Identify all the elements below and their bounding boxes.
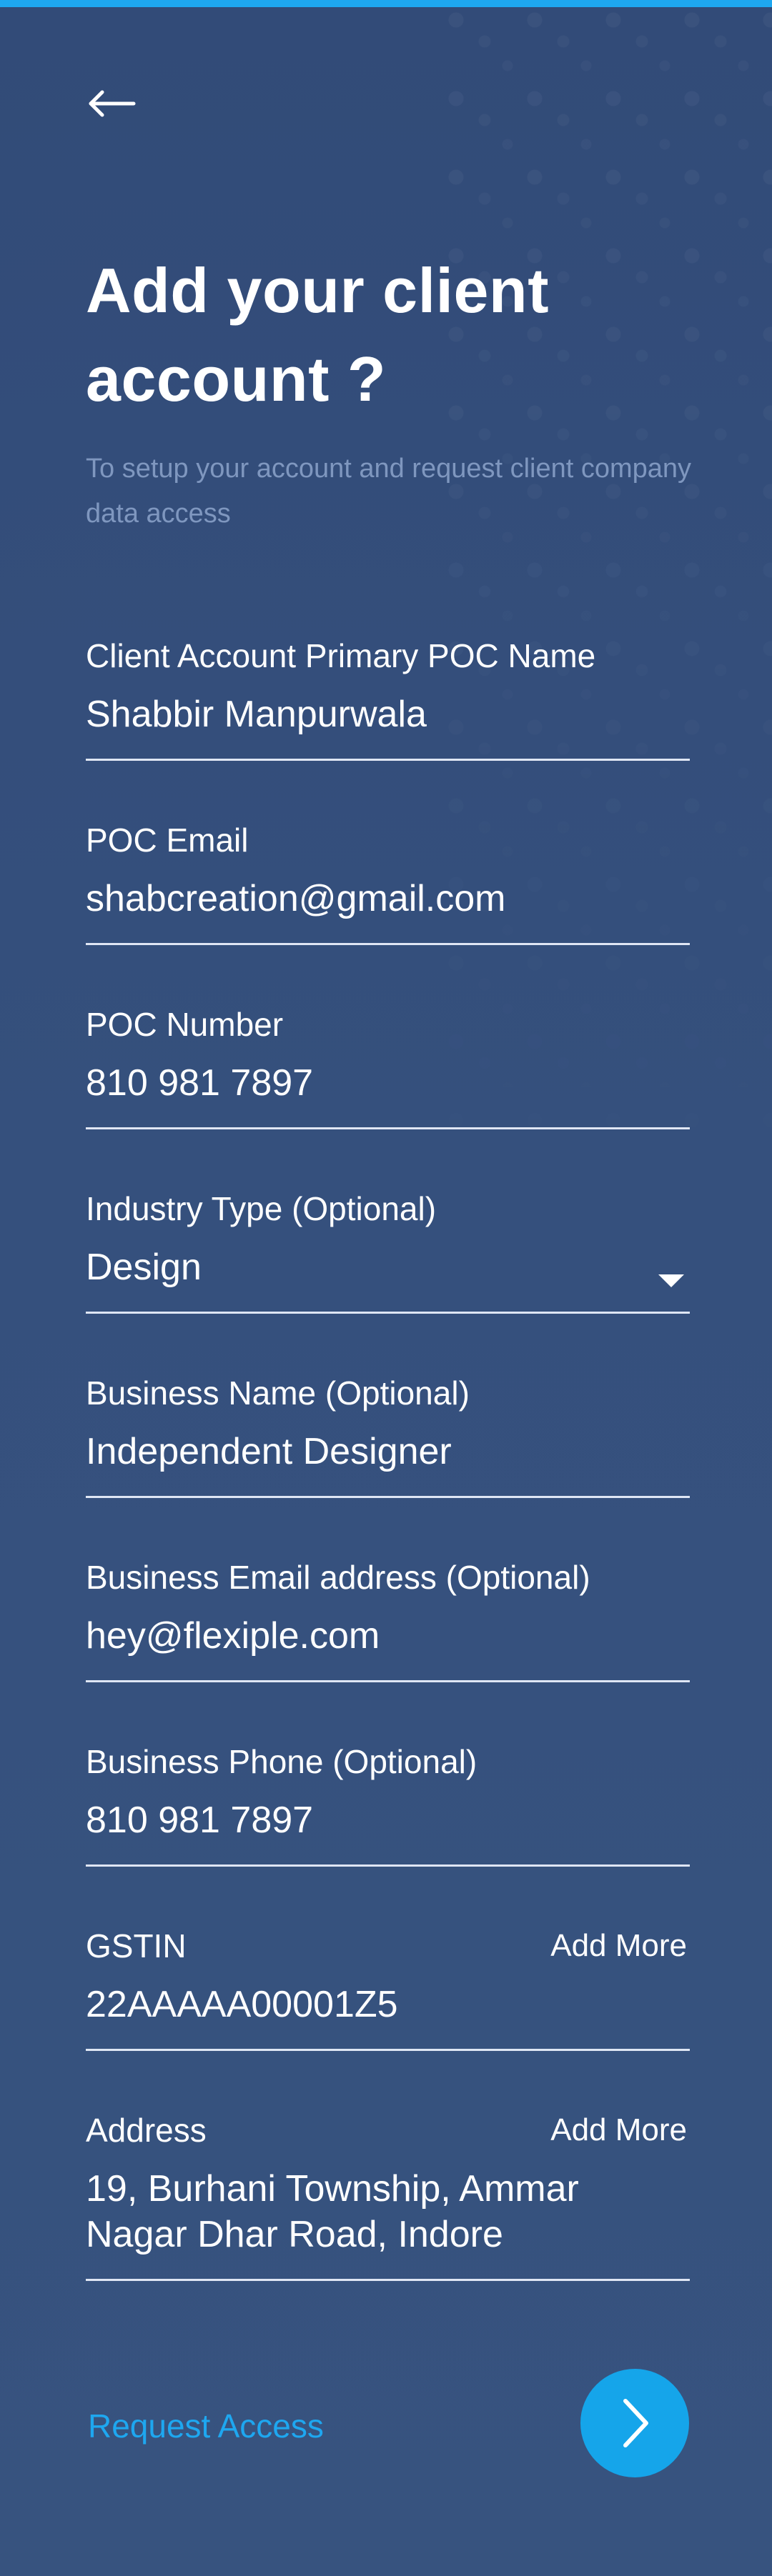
poc-name-underline bbox=[86, 759, 690, 761]
gstin-add-more-link[interactable]: Add More bbox=[550, 1926, 687, 1966]
gstin-underline bbox=[86, 2049, 690, 2051]
business-phone-label: Business Phone (Optional) bbox=[86, 1743, 477, 1780]
chevron-down-icon[interactable] bbox=[658, 1274, 684, 1287]
arrow-left-icon bbox=[89, 90, 136, 117]
gstin-field[interactable]: GSTIN Add More 22AAAAA00001Z5 bbox=[86, 1926, 690, 2055]
industry-type-value[interactable]: Design bbox=[86, 1244, 690, 1290]
back-button[interactable] bbox=[82, 82, 139, 125]
poc-email-value[interactable]: shabcreation@gmail.com bbox=[86, 876, 690, 922]
business-phone-value[interactable]: 810 981 7897 bbox=[86, 1797, 690, 1843]
poc-name-field[interactable]: Client Account Primary POC Name Shabbir … bbox=[86, 636, 690, 764]
page-subtitle: To setup your account and request client… bbox=[86, 454, 692, 529]
address-underline bbox=[86, 2279, 690, 2281]
poc-email-underline bbox=[86, 943, 690, 945]
business-email-label: Business Email address (Optional) bbox=[86, 1559, 590, 1596]
business-name-value[interactable]: Independent Designer bbox=[86, 1429, 690, 1474]
poc-number-value[interactable]: 810 981 7897 bbox=[86, 1060, 690, 1106]
industry-type-label: Industry Type (Optional) bbox=[86, 1190, 437, 1227]
business-name-underline bbox=[86, 1496, 690, 1498]
business-name-field[interactable]: Business Name (Optional) Independent Des… bbox=[86, 1373, 690, 1502]
poc-name-label: Client Account Primary POC Name bbox=[86, 637, 596, 674]
arrow-right-icon bbox=[623, 2399, 648, 2447]
address-value[interactable]: 19, Burhani Township, Ammar Nagar Dhar R… bbox=[86, 2166, 629, 2257]
address-field[interactable]: Address Add More 19, Burhani Township, A… bbox=[86, 2110, 690, 2282]
poc-email-label: POC Email bbox=[86, 822, 249, 859]
business-email-field[interactable]: Business Email address (Optional) hey@fl… bbox=[86, 1557, 690, 1686]
poc-name-value[interactable]: Shabbir Manpurwala bbox=[86, 692, 690, 737]
business-email-value[interactable]: hey@flexiple.com bbox=[86, 1613, 690, 1659]
gstin-value[interactable]: 22AAAAA00001Z5 bbox=[86, 1982, 690, 2027]
industry-type-select[interactable]: Industry Type (Optional) Design bbox=[86, 1189, 690, 1317]
request-access-link[interactable]: Request Access bbox=[88, 2406, 324, 2446]
business-phone-field[interactable]: Business Phone (Optional) 810 981 7897 bbox=[86, 1742, 690, 1870]
add-client-account-screen: Add your client account ? To setup your … bbox=[0, 0, 772, 2576]
poc-number-field[interactable]: POC Number 810 981 7897 bbox=[86, 1004, 690, 1133]
poc-number-label: POC Number bbox=[86, 1006, 284, 1043]
business-email-underline bbox=[86, 1680, 690, 1682]
poc-number-underline bbox=[86, 1127, 690, 1129]
top-accent-strip bbox=[0, 0, 772, 7]
poc-email-field[interactable]: POC Email shabcreation@gmail.com bbox=[86, 820, 690, 949]
business-name-label: Business Name (Optional) bbox=[86, 1374, 470, 1412]
next-button[interactable] bbox=[580, 2369, 689, 2477]
business-phone-underline bbox=[86, 1864, 690, 1867]
address-add-more-link[interactable]: Add More bbox=[550, 2110, 687, 2150]
page-title: Add your client account ? bbox=[86, 255, 549, 414]
industry-type-underline bbox=[86, 1312, 690, 1314]
